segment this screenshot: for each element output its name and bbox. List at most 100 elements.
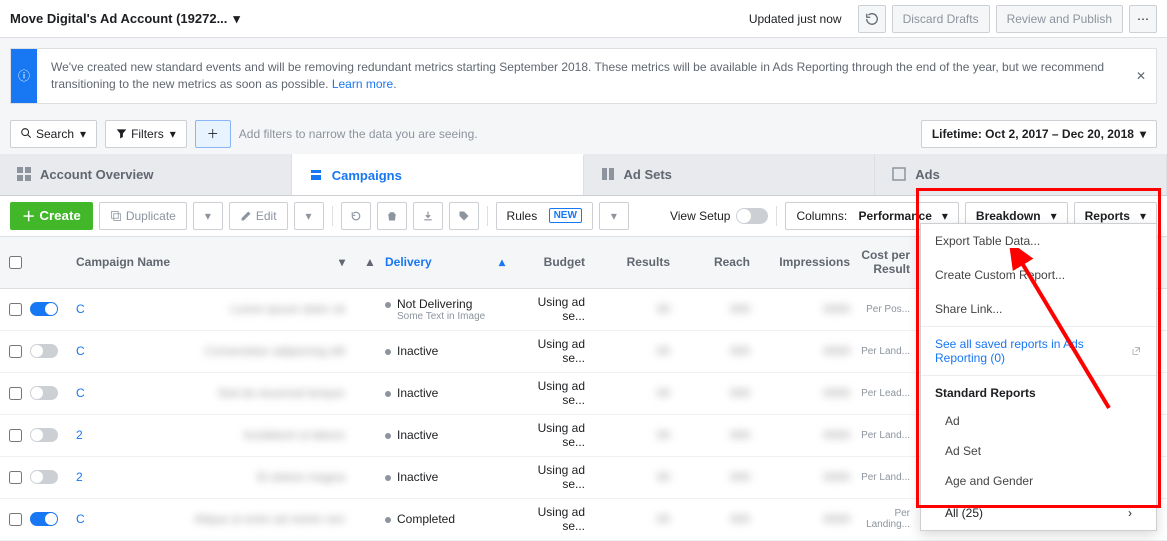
col-results[interactable]: Results xyxy=(595,255,680,269)
duplicate-icon xyxy=(110,210,122,222)
duplicate-dropdown[interactable]: ▾ xyxy=(193,202,223,230)
date-range-button[interactable]: Lifetime: Oct 2, 2017 – Dec 20, 2018 ▾ xyxy=(921,120,1157,148)
col-delivery[interactable]: Delivery ▴ xyxy=(385,255,515,269)
review-publish-button[interactable]: Review and Publish xyxy=(996,5,1123,33)
create-button[interactable]: ＋ Create xyxy=(10,202,93,230)
col-warnings[interactable]: ▲ xyxy=(355,255,385,269)
updated-text: Updated just now xyxy=(749,12,842,26)
col-campaign-name[interactable]: Campaign Name ▾ xyxy=(70,255,355,269)
see-all-reports-link[interactable]: See all saved reports in Ads Reporting (… xyxy=(921,326,1156,376)
export-icon xyxy=(422,210,434,222)
tab-campaigns[interactable]: Campaigns xyxy=(292,154,584,195)
learn-more-link[interactable]: Learn more xyxy=(332,77,393,91)
std-report-adset[interactable]: Ad Set xyxy=(921,436,1156,466)
refresh-button[interactable] xyxy=(858,5,886,33)
results-cell: 00 xyxy=(595,428,680,442)
filter-icon xyxy=(116,128,127,139)
std-report-ad[interactable]: Ad xyxy=(921,406,1156,436)
discard-drafts-button[interactable]: Discard Drafts xyxy=(892,5,990,33)
delivery-cell: Inactive xyxy=(385,428,515,442)
budget-cell: Using ad se... xyxy=(515,295,595,323)
add-filter-button[interactable]: ＋ xyxy=(195,120,231,148)
external-link-icon xyxy=(1131,345,1142,357)
reach-cell: 000 xyxy=(680,470,760,484)
export-button[interactable] xyxy=(413,202,443,230)
col-budget[interactable]: Budget xyxy=(515,255,595,269)
chevron-right-icon: › xyxy=(1128,506,1132,520)
edit-button[interactable]: Edit xyxy=(229,202,288,230)
cpr-cell: Per Land... xyxy=(860,472,920,483)
filters-button[interactable]: Filters ▾ xyxy=(105,120,187,148)
search-button[interactable]: Search ▾ xyxy=(10,120,97,148)
duplicate-button[interactable]: Duplicate xyxy=(99,202,187,230)
rules-button[interactable]: Rules NEW xyxy=(496,202,593,230)
delete-button[interactable] xyxy=(377,202,407,230)
create-custom-report-item[interactable]: Create Custom Report... xyxy=(921,258,1156,292)
delivery-cell: Inactive xyxy=(385,470,515,484)
row-checkbox[interactable] xyxy=(9,303,22,316)
results-cell: 00 xyxy=(595,302,680,316)
banner-text: We've created new standard events and wi… xyxy=(51,60,1104,91)
new-badge: NEW xyxy=(549,208,582,223)
row-toggle[interactable] xyxy=(30,470,58,484)
budget-cell: Using ad se... xyxy=(515,337,595,365)
edit-dropdown[interactable]: ▾ xyxy=(294,202,324,230)
row-toggle[interactable] xyxy=(30,512,58,526)
select-all-checkbox[interactable] xyxy=(9,256,22,269)
view-setup-toggle[interactable] xyxy=(736,208,768,224)
row-toggle[interactable] xyxy=(30,386,58,400)
tab-account-overview[interactable]: Account Overview xyxy=(0,154,292,195)
sort-asc-icon: ▴ xyxy=(499,255,505,269)
row-toggle[interactable] xyxy=(30,344,58,358)
row-toggle[interactable] xyxy=(30,302,58,316)
campaign-name-cell[interactable]: CLorem ipsum dolor sit xyxy=(70,302,355,316)
col-impressions[interactable]: Impressions xyxy=(760,255,860,269)
budget-cell: Using ad se... xyxy=(515,463,595,491)
delivery-cell: Not DeliveringSome Text in Image xyxy=(385,297,515,322)
campaign-name-cell[interactable]: CAliqua ut enim ad minim ven xyxy=(70,512,355,526)
rules-dropdown[interactable]: ▾ xyxy=(599,202,629,230)
col-cpr[interactable]: Cost per Result xyxy=(860,248,920,276)
impressions-cell: 0000 xyxy=(760,512,860,526)
banner-close-button[interactable]: ✕ xyxy=(1126,49,1156,103)
view-setup-label: View Setup xyxy=(670,209,731,223)
export-table-data-item[interactable]: Export Table Data... xyxy=(921,224,1156,258)
impressions-cell: 0000 xyxy=(760,470,860,484)
cpr-cell: Per Lead... xyxy=(860,388,920,399)
plus-icon: ＋ xyxy=(207,125,219,142)
row-checkbox[interactable] xyxy=(9,471,22,484)
row-checkbox[interactable] xyxy=(9,429,22,442)
adsets-icon xyxy=(600,166,616,182)
delivery-cell: Inactive xyxy=(385,344,515,358)
row-checkbox[interactable] xyxy=(9,345,22,358)
caret-down-icon: ▾ xyxy=(942,209,948,223)
tab-ads[interactable]: Ads xyxy=(875,154,1167,195)
tag-button[interactable] xyxy=(449,202,479,230)
row-toggle[interactable] xyxy=(30,428,58,442)
revert-button[interactable] xyxy=(341,202,371,230)
impressions-cell: 0000 xyxy=(760,386,860,400)
refresh-icon xyxy=(865,12,879,26)
std-report-age-gender[interactable]: Age and Gender xyxy=(921,466,1156,496)
cpr-cell: Per Landing... xyxy=(860,508,920,530)
std-report-all[interactable]: All (25) › xyxy=(921,496,1156,530)
impressions-cell: 0000 xyxy=(760,302,860,316)
results-cell: 00 xyxy=(595,386,680,400)
campaign-name-cell[interactable]: 2Incididunt ut labore xyxy=(70,428,355,442)
campaign-name-cell[interactable]: CSed do eiusmod tempor xyxy=(70,386,355,400)
info-banner: ⓘ We've created new standard events and … xyxy=(10,48,1157,104)
account-name: Move Digital's Ad Account (19272... xyxy=(10,11,227,26)
account-selector[interactable]: Move Digital's Ad Account (19272... ▾ xyxy=(10,11,240,27)
row-checkbox[interactable] xyxy=(9,387,22,400)
share-link-item[interactable]: Share Link... xyxy=(921,292,1156,326)
search-icon xyxy=(21,128,32,139)
results-cell: 00 xyxy=(595,512,680,526)
campaign-name-cell[interactable]: CConsectetur adipiscing elit xyxy=(70,344,355,358)
campaign-name-cell[interactable]: 2Et dolore magna xyxy=(70,470,355,484)
cpr-cell: Per Land... xyxy=(860,346,920,357)
col-reach[interactable]: Reach xyxy=(680,255,760,269)
tab-adsets[interactable]: Ad Sets xyxy=(584,154,876,195)
more-button[interactable]: ⋯ xyxy=(1129,5,1157,33)
reports-dropdown: Export Table Data... Create Custom Repor… xyxy=(920,223,1157,531)
row-checkbox[interactable] xyxy=(9,513,22,526)
